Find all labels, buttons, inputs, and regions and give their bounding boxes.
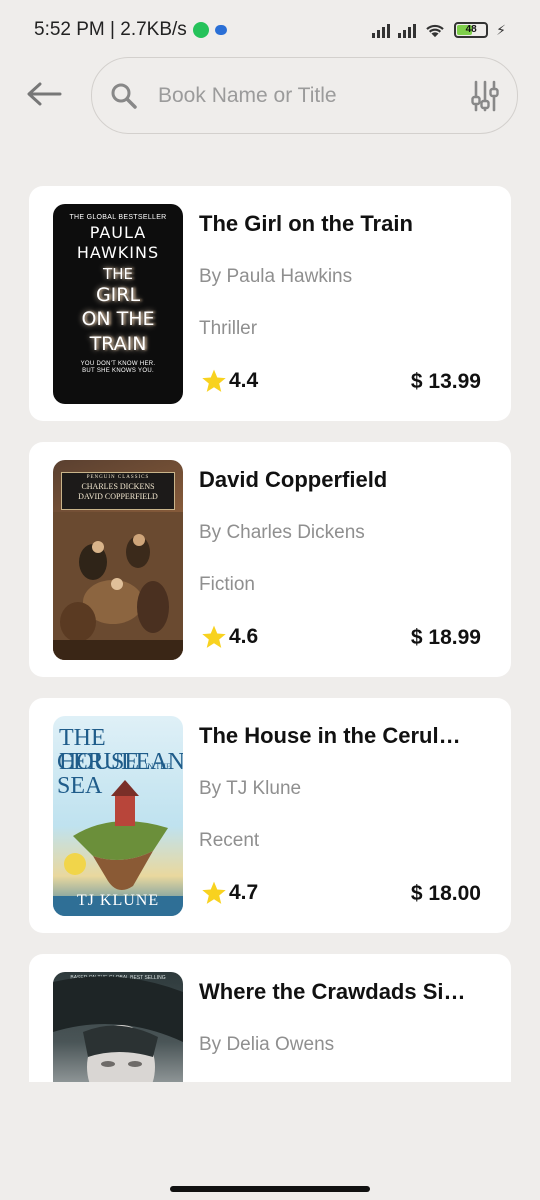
search-input[interactable] [158, 83, 471, 108]
cover-text: TRAIN [89, 333, 147, 355]
search-icon [111, 83, 137, 109]
book-genre: Recent [199, 830, 260, 851]
cover-text: CERULEAN [57, 749, 183, 775]
book-price: $ 13.99 [410, 370, 481, 393]
book-cover-image: THE GLOBAL BESTSELLER PAULA HAWKINS THE … [53, 204, 183, 404]
chat-bubble-icon [214, 25, 227, 35]
cover-text: SEA [57, 773, 103, 799]
cover-text: TJ KLUNE [76, 892, 160, 909]
portrait-illustration [53, 976, 183, 1082]
rating-value: 4.6 [229, 625, 259, 648]
cover-title-band: PENGUIN CLASSICS CHARLES DICKENS DAVID C… [61, 472, 175, 510]
book-title: David Copperfield [199, 467, 388, 492]
search-bar [91, 57, 518, 134]
star-icon [202, 881, 226, 904]
status-time: 5:52 PM | 2.7KB/s [34, 19, 187, 40]
book-list: THE GLOBAL BESTSELLER PAULA HAWKINS THE … [29, 186, 511, 1082]
book-author: By TJ Klune [199, 778, 302, 799]
book-card[interactable]: THE GLOBAL BESTSELLER PAULA HAWKINS THE … [29, 186, 511, 421]
wifi-icon [426, 24, 444, 38]
book-title: The Girl on the Train [199, 211, 413, 236]
star-icon [202, 625, 226, 648]
book-rating: 4.6 [201, 624, 258, 650]
cover-text: YOU DON'T KNOW HER. [80, 361, 156, 367]
book-rating: 4.4 [201, 368, 258, 394]
battery-level: 48 [465, 24, 477, 35]
back-button[interactable] [24, 74, 64, 114]
book-price: $ 18.00 [410, 882, 481, 905]
cover-text: THE GLOBAL BESTSELLER [69, 214, 167, 221]
status-right: 48 ⚡ [372, 22, 506, 39]
painting-illustration [53, 512, 183, 660]
cover-text: HAWKINS [76, 243, 160, 262]
cover-text: THE [103, 265, 133, 283]
signal-icon-2 [398, 22, 417, 38]
book-title: The House in the Cerul… [199, 723, 461, 748]
book-cover-image: PENGUIN CLASSICS CHARLES DICKENS DAVID C… [53, 460, 183, 660]
book-rating: 4.7 [201, 880, 258, 906]
book-author: By Charles Dickens [199, 522, 365, 543]
status-left: 5:52 PM | 2.7KB/s [34, 19, 227, 41]
book-genre: Thriller [199, 318, 258, 339]
battery-icon: 48 [454, 22, 489, 38]
status-bar: 5:52 PM | 2.7KB/s 48 ⚡ [0, 0, 540, 60]
star-icon [202, 369, 226, 392]
filter-sliders-icon[interactable] [471, 79, 499, 113]
cover-text: BUT SHE KNOWS YOU. [82, 368, 154, 374]
cover-text: DAVID COPPERFIELD [78, 492, 158, 501]
charging-icon: ⚡ [496, 21, 506, 38]
signal-icon [372, 22, 391, 38]
rating-value: 4.7 [229, 881, 259, 904]
cover-text: ON THE [81, 308, 155, 330]
book-cover-image: BASED ON THE GLOBAL BEST SELLING PHENOME… [53, 972, 183, 1082]
book-card[interactable]: PENGUIN CLASSICS CHARLES DICKENS DAVID C… [29, 442, 511, 677]
home-indicator[interactable] [170, 1186, 370, 1192]
book-cover-image: THE HOUSE IN THE CERULEAN SEA TJ KLUNE [53, 716, 183, 916]
cover-text: PENGUIN CLASSICS [86, 475, 150, 480]
arrow-left-icon [27, 82, 62, 106]
book-card[interactable]: THE HOUSE IN THE CERULEAN SEA TJ KLUNE T… [29, 698, 511, 933]
book-genre: Fiction [199, 574, 255, 595]
rating-value: 4.4 [229, 369, 259, 392]
book-author: By Paula Hawkins [199, 266, 353, 287]
book-card[interactable]: BASED ON THE GLOBAL BEST SELLING PHENOME… [29, 954, 511, 1082]
cover-text: CHARLES DICKENS [81, 482, 155, 491]
book-price: $ 18.99 [410, 626, 481, 649]
book-title: Where the Crawdads Si… [199, 979, 466, 1004]
cover-text: GIRL [95, 284, 141, 306]
whatsapp-icon [192, 22, 209, 38]
book-author: By Delia Owens [199, 1034, 335, 1055]
cover-text: PAULA [89, 223, 147, 242]
